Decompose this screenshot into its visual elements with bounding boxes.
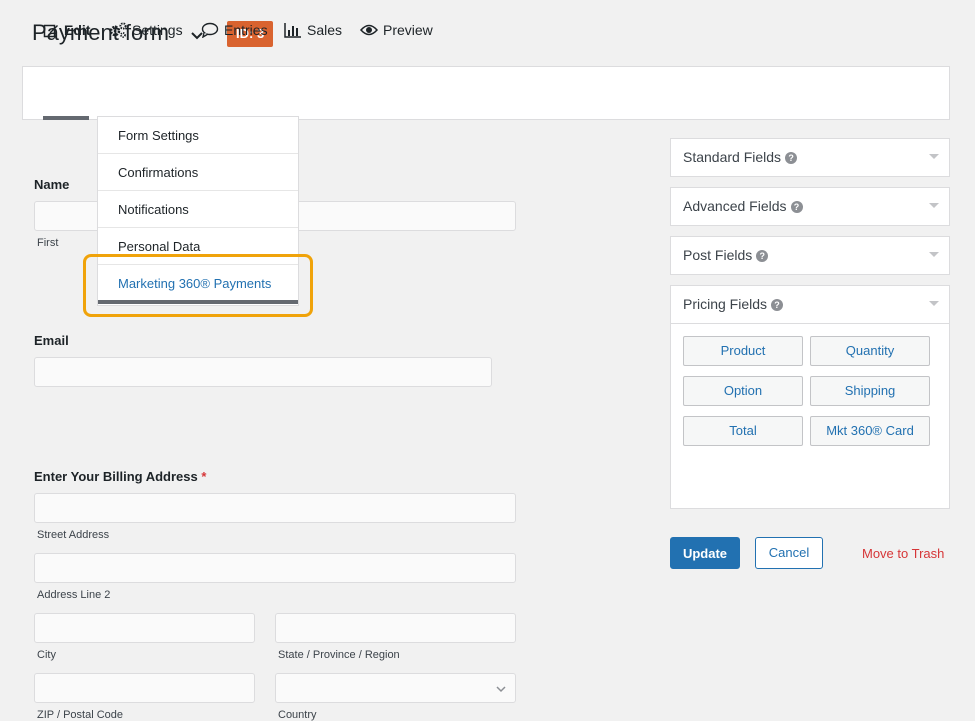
tab-entries-label: Entries	[224, 22, 268, 38]
active-tab-indicator	[43, 116, 89, 120]
state-sublabel: State / Province / Region	[278, 649, 400, 661]
add-option-field-button[interactable]: Option	[683, 376, 803, 406]
email-label: Email	[34, 333, 69, 348]
tab-preview-label: Preview	[383, 22, 433, 38]
tab-preview[interactable]: Preview	[360, 20, 433, 40]
pricing-fields-panel: Pricing Fields ? Product Quantity Option…	[670, 285, 950, 509]
tab-settings[interactable]: Settings	[109, 20, 183, 40]
edit-icon	[43, 22, 59, 38]
highlight-outline	[83, 254, 313, 317]
post-fields-panel[interactable]: Post Fields ?	[670, 236, 950, 275]
caret-down-icon	[929, 154, 939, 159]
bar-chart-icon	[284, 22, 302, 38]
menu-item-notifications[interactable]: Notifications	[98, 191, 298, 228]
help-icon[interactable]: ?	[756, 249, 769, 262]
zip-input[interactable]	[34, 673, 255, 703]
add-shipping-field-button[interactable]: Shipping	[810, 376, 930, 406]
panel-title: Standard Fields	[683, 149, 782, 165]
add-total-field-button[interactable]: Total	[683, 416, 803, 446]
tab-entries[interactable]: Entries	[201, 20, 268, 40]
panel-header[interactable]: Pricing Fields ?	[683, 286, 784, 323]
panel-header: Advanced Fields ?	[683, 188, 803, 225]
comment-icon	[201, 22, 219, 38]
help-icon[interactable]: ?	[785, 151, 798, 164]
menu-item-confirmations[interactable]: Confirmations	[98, 154, 298, 191]
city-input[interactable]	[34, 613, 255, 643]
add-quantity-field-button[interactable]: Quantity	[810, 336, 930, 366]
add-product-field-button[interactable]: Product	[683, 336, 803, 366]
panel-header: Standard Fields ?	[683, 139, 798, 176]
address-line2-input[interactable]	[34, 553, 516, 583]
street-address-sublabel: Street Address	[37, 529, 110, 541]
country-sublabel: Country	[278, 709, 317, 721]
panel-header: Post Fields ?	[683, 237, 769, 274]
caret-down-icon	[929, 252, 939, 257]
required-asterisk: *	[201, 469, 207, 484]
tab-sales-label: Sales	[307, 22, 343, 38]
eye-icon	[360, 23, 378, 37]
address-line2-sublabel: Address Line 2	[37, 589, 111, 601]
advanced-fields-panel[interactable]: Advanced Fields ?	[670, 187, 950, 226]
panel-title: Post Fields	[683, 247, 753, 263]
help-icon[interactable]: ?	[771, 298, 784, 311]
panel-title: Pricing Fields	[683, 296, 768, 312]
city-sublabel: City	[37, 649, 56, 661]
name-first-sublabel: First	[37, 237, 59, 249]
menu-item-form-settings[interactable]: Form Settings	[98, 117, 298, 154]
cancel-button[interactable]: Cancel	[755, 537, 823, 569]
street-address-input[interactable]	[34, 493, 516, 523]
form-toolbar	[22, 66, 950, 120]
standard-fields-panel[interactable]: Standard Fields ?	[670, 138, 950, 177]
caret-down-icon	[929, 301, 939, 306]
tab-edit[interactable]: Edit	[43, 20, 90, 40]
tab-edit-label: Edit	[64, 22, 91, 38]
zip-sublabel: ZIP / Postal Code	[37, 709, 124, 721]
country-select[interactable]	[275, 673, 516, 703]
name-label: Name	[34, 177, 70, 192]
chevron-down-icon	[495, 682, 507, 700]
move-to-trash-link[interactable]: Move to Trash	[862, 546, 944, 561]
tab-sales[interactable]: Sales	[284, 20, 342, 40]
tab-settings-label: Settings	[132, 22, 183, 38]
email-input[interactable]	[34, 357, 492, 387]
help-icon[interactable]: ?	[790, 200, 803, 213]
panel-divider	[671, 323, 949, 324]
state-input[interactable]	[275, 613, 516, 643]
panel-title: Advanced Fields	[683, 198, 787, 214]
caret-down-icon	[929, 203, 939, 208]
update-button[interactable]: Update	[670, 537, 740, 569]
add-card-field-button[interactable]: Mkt 360® Card	[810, 416, 930, 446]
billing-address-label-text: Enter Your Billing Address	[34, 469, 198, 484]
billing-address-label: Enter Your Billing Address *	[34, 469, 206, 484]
gears-icon	[109, 22, 127, 38]
